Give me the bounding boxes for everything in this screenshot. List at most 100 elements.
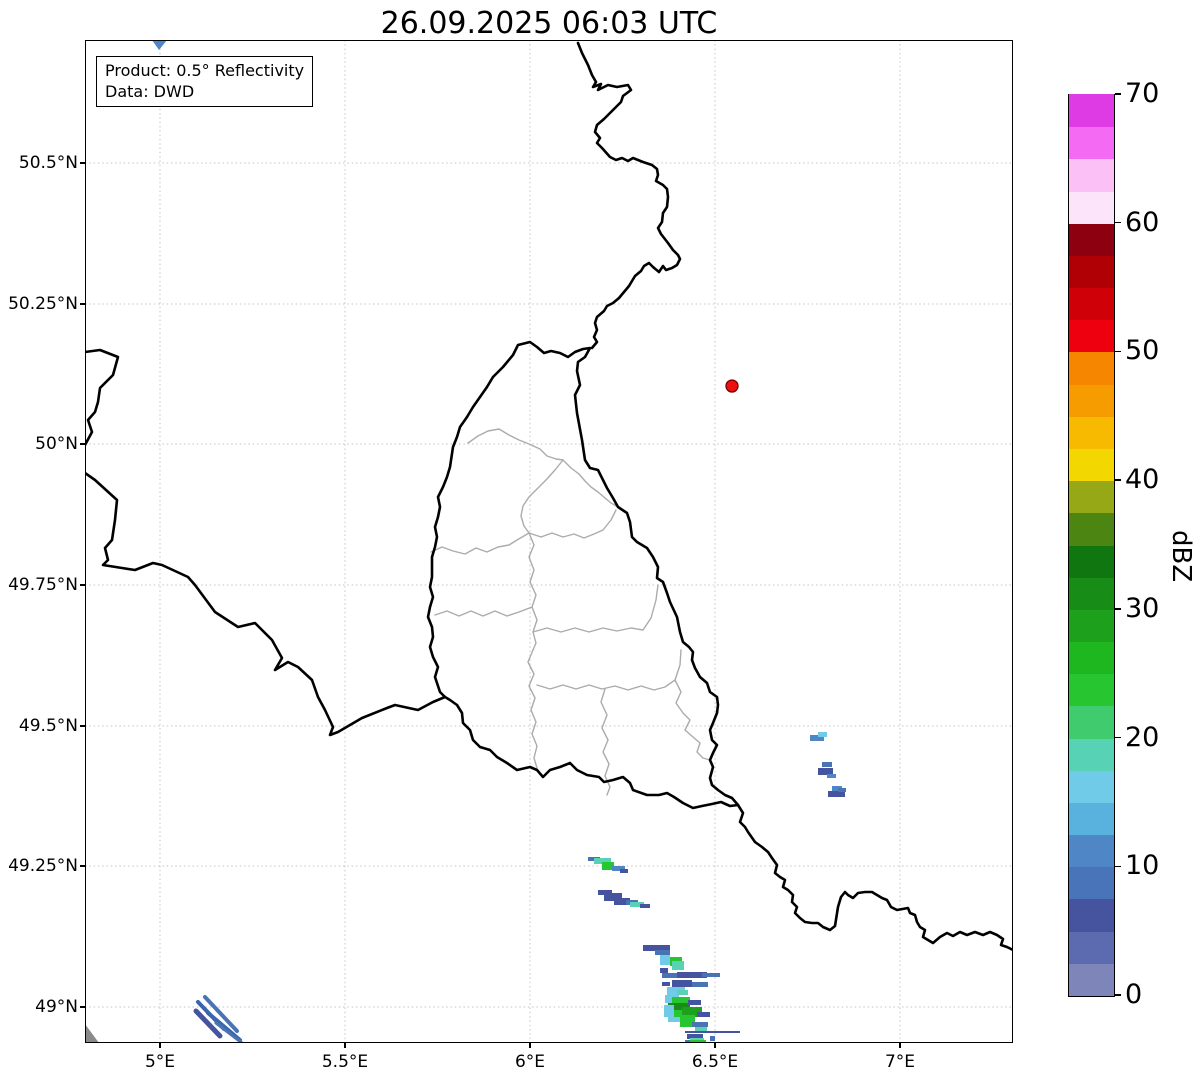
radar-echoes: [85, 40, 846, 1043]
radar-echo-cell: [818, 768, 833, 775]
colorbar-tick-label: 40: [1125, 464, 1160, 496]
radar-echo-cell: [662, 982, 670, 986]
belgium-france-border-upper: [85, 348, 120, 447]
y-tick-mark: [80, 584, 85, 586]
radar-echo-cell: [655, 950, 670, 955]
colorbar-band: [1069, 384, 1114, 417]
colorbar-band: [1069, 94, 1114, 128]
colorbar-band: [1069, 898, 1114, 932]
y-tick-mark: [80, 162, 85, 164]
y-tick-label: 50°N: [35, 434, 78, 454]
radar-echo-cell: [620, 869, 628, 873]
radar-echo-cell: [822, 762, 832, 767]
colorbar-tick-mark: [1115, 994, 1121, 996]
colorbar-tick-label: 30: [1125, 592, 1160, 624]
colorbar-band: [1069, 963, 1114, 996]
colorbar-tick-label: 0: [1125, 979, 1143, 1010]
colorbar-band: [1069, 480, 1114, 514]
corner-border-fragment: [85, 1024, 99, 1043]
y-tick-mark: [80, 725, 85, 727]
colorbar-band: [1069, 705, 1114, 739]
belgium-france-border: [85, 471, 447, 737]
colorbar-tick-label: 10: [1125, 850, 1160, 882]
radar-echo-cell: [827, 774, 836, 778]
colorbar-band: [1069, 544, 1114, 578]
colorbar-band: [1069, 126, 1114, 160]
radar-echo-cell: [664, 1005, 674, 1017]
luxembourg-outline: [426, 340, 740, 810]
radar-echo-cell: [695, 1027, 707, 1031]
radar-echo-cell: [672, 961, 684, 970]
colorbar-band: [1069, 416, 1114, 449]
figure-title: 26.09.2025 06:03 UTC: [380, 6, 718, 41]
colorbar-band: [1069, 866, 1114, 900]
radar-echo-cell: [838, 788, 846, 792]
colorbar-tick-mark: [1115, 93, 1121, 95]
colorbar-band: [1069, 834, 1114, 868]
colorbar-band: [1069, 351, 1114, 385]
x-tick-mark: [529, 1043, 531, 1048]
radar-echo-cell: [672, 980, 692, 987]
colorbar-tick-mark: [1115, 221, 1121, 224]
x-tick-label: 5.5°E: [321, 1052, 369, 1072]
x-tick-mark: [159, 1043, 161, 1048]
radar-echo-cell: [692, 1022, 708, 1027]
y-tick-label: 50.5°N: [18, 153, 78, 173]
y-tick-label: 49.25°N: [8, 856, 78, 876]
colorbar-axis-label: dBZ: [1166, 530, 1196, 583]
colorbar-tick-label: 20: [1125, 721, 1160, 753]
map-plot-area: [85, 40, 1013, 1043]
colorbar-band: [1069, 577, 1114, 610]
colorbar-band: [1069, 255, 1114, 289]
x-tick-mark: [344, 1043, 346, 1048]
product-info-box: Product: 0.5° Reflectivity Data: DWD: [96, 56, 314, 107]
y-tick-mark: [80, 1006, 85, 1008]
radar-echo-cell: [660, 955, 670, 965]
radar-echo-cell: [692, 982, 708, 987]
colorbar-band: [1069, 223, 1114, 256]
y-tick-mark: [80, 865, 85, 867]
radar-echo-cell: [640, 904, 650, 908]
colorbar-band: [1069, 609, 1114, 643]
radar-echo-cell: [690, 1040, 706, 1043]
product-line: Product: 0.5° Reflectivity: [105, 61, 305, 80]
data-source-line: Data: DWD: [105, 82, 195, 101]
colorbar-band: [1069, 190, 1114, 224]
radar-echo-cell: [702, 973, 720, 977]
x-tick-mark: [899, 1043, 901, 1048]
y-tick-label: 49.5°N: [18, 716, 78, 736]
radar-echo-cell: [660, 968, 668, 973]
colorbar-tick-label: 60: [1125, 206, 1160, 238]
colorbar-tick-mark: [1115, 608, 1121, 610]
colorbar-band: [1069, 158, 1114, 192]
colorbar-tick-mark: [1115, 479, 1121, 481]
colorbar-band: [1069, 641, 1114, 675]
y-tick-label: 49.75°N: [8, 575, 78, 595]
colorbar-band: [1069, 802, 1114, 836]
x-tick-mark: [714, 1043, 716, 1048]
y-tick-mark: [80, 443, 85, 445]
colorbar-band: [1069, 448, 1114, 482]
colorbar-band: [1069, 737, 1114, 771]
x-tick-label: 7°E: [884, 1052, 916, 1072]
radar-site-marker: [725, 379, 739, 393]
colorbar-band: [1069, 673, 1114, 707]
colorbar-tick-mark: [1115, 865, 1121, 868]
colorbar-band: [1069, 319, 1114, 353]
belgium-germany-border: [576, 41, 682, 350]
colorbar-tick-mark: [1115, 736, 1121, 739]
country-borders: [85, 41, 1013, 952]
clipped-echo-triangle: [152, 40, 167, 50]
y-tick-label: 49°N: [35, 997, 78, 1017]
radar-echo-cell: [697, 1012, 710, 1017]
y-tick-mark: [80, 303, 85, 305]
colorbar: [1068, 94, 1115, 997]
x-tick-label: 6°E: [514, 1052, 546, 1072]
colorbar-tick-label: 50: [1125, 335, 1160, 367]
colorbar-band: [1069, 287, 1114, 321]
france-germany-border: [736, 803, 1013, 952]
x-tick-label: 5°E: [144, 1052, 176, 1072]
radar-echo-cell: [710, 1036, 715, 1041]
colorbar-band: [1069, 931, 1114, 964]
map-canvas: [85, 40, 1013, 1043]
